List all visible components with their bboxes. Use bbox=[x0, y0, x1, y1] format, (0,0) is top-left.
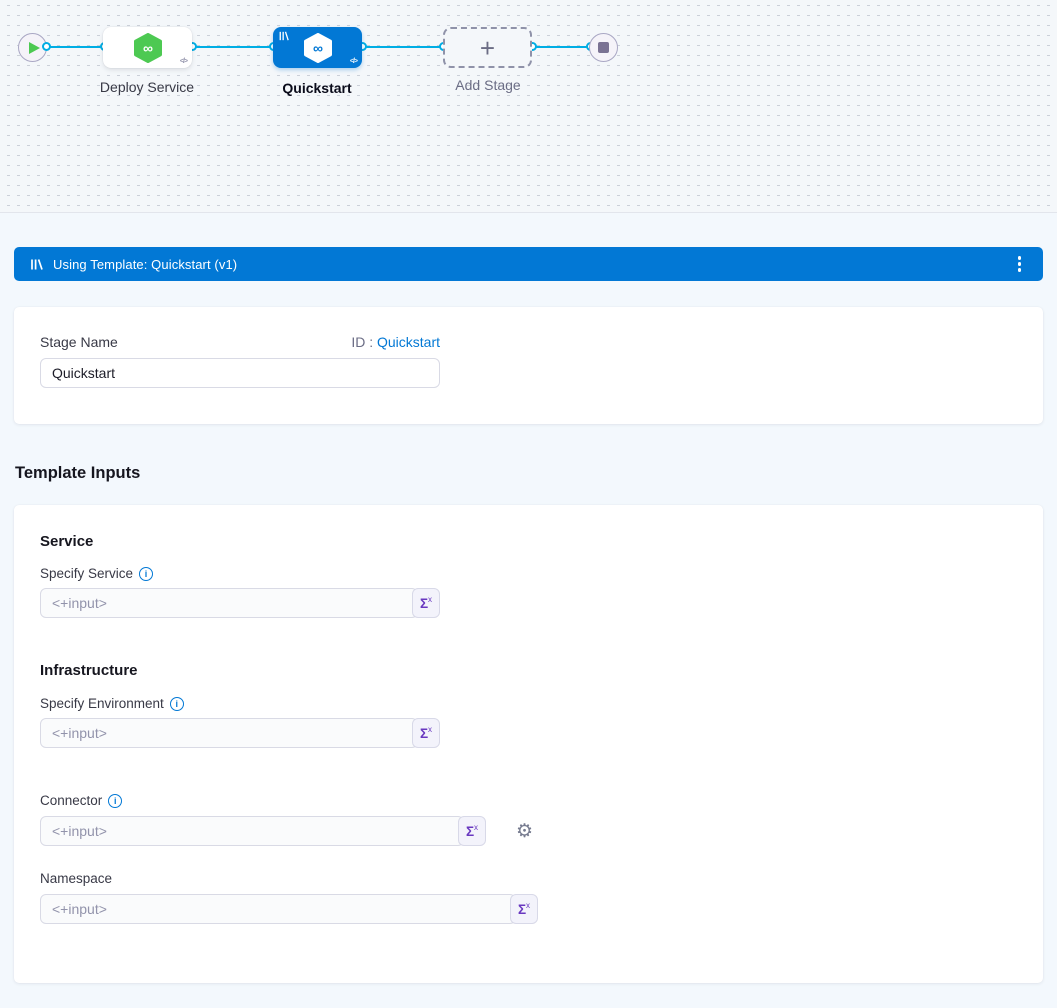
info-icon[interactable]: i bbox=[139, 567, 153, 581]
runtime-input-type-button[interactable]: Σx bbox=[412, 588, 440, 618]
banner-text: Using Template: Quickstart (v1) bbox=[53, 257, 237, 272]
using-template-banner: Using Template: Quickstart (v1) bbox=[14, 247, 1043, 281]
info-icon[interactable]: i bbox=[108, 794, 122, 808]
namespace-input[interactable] bbox=[40, 894, 516, 924]
infinity-icon: ∞ bbox=[143, 40, 153, 56]
stage-label-quickstart: Quickstart bbox=[282, 80, 351, 96]
infinity-icon: ∞ bbox=[313, 40, 323, 56]
info-icon[interactable]: i bbox=[170, 697, 184, 711]
namespace-label: Namespace bbox=[40, 871, 112, 886]
edge-connector bbox=[46, 46, 106, 48]
harness-cd-hexagon-icon: ∞ bbox=[134, 33, 162, 63]
plus-icon: + bbox=[480, 35, 495, 61]
stage-node-deploy-service[interactable]: ∞ </> bbox=[103, 27, 192, 68]
yaml-code-icon: </> bbox=[350, 58, 357, 65]
pipeline-canvas[interactable]: ∞ </> ∞ </> + Deploy Service Quickstart … bbox=[0, 0, 1057, 213]
pipeline-end-node[interactable] bbox=[589, 33, 618, 62]
edge-connector bbox=[360, 46, 445, 48]
specify-service-input[interactable] bbox=[40, 588, 418, 618]
sigma-icon: Σ bbox=[420, 726, 428, 741]
template-library-icon bbox=[30, 258, 43, 271]
stage-name-label: Stage Name bbox=[40, 334, 118, 350]
link-port[interactable] bbox=[42, 42, 51, 51]
connector-input[interactable] bbox=[40, 816, 464, 846]
section-title-infrastructure: Infrastructure bbox=[40, 662, 1017, 679]
sigma-icon: Σ bbox=[518, 902, 526, 917]
stage-name-card: Stage Name ID : Quickstart bbox=[14, 307, 1043, 424]
template-badge-icon bbox=[279, 31, 289, 41]
stage-id: ID : Quickstart bbox=[351, 334, 440, 350]
specify-environment-label: Specify Environment bbox=[40, 696, 164, 711]
harness-cd-hexagon-icon: ∞ bbox=[304, 33, 332, 63]
edge-connector bbox=[530, 46, 592, 48]
runtime-input-type-button[interactable]: Σx bbox=[458, 816, 486, 846]
gear-icon[interactable]: ⚙ bbox=[516, 822, 533, 841]
template-inputs-heading: Template Inputs bbox=[15, 464, 140, 483]
edge-connector bbox=[190, 46, 275, 48]
section-title-service: Service bbox=[40, 533, 1017, 550]
play-icon bbox=[29, 42, 40, 54]
stage-id-label: ID : bbox=[351, 334, 373, 350]
stage-name-input[interactable] bbox=[40, 358, 440, 388]
kebab-menu-icon[interactable] bbox=[1012, 252, 1028, 276]
sigma-icon: Σ bbox=[466, 824, 474, 839]
stop-icon bbox=[598, 42, 609, 53]
add-stage-button[interactable]: + bbox=[443, 27, 532, 68]
runtime-input-type-button[interactable]: Σx bbox=[412, 718, 440, 748]
stage-id-link[interactable]: Quickstart bbox=[377, 334, 440, 350]
stage-label-deploy-service: Deploy Service bbox=[100, 79, 194, 95]
connector-label: Connector bbox=[40, 793, 102, 808]
specify-environment-input[interactable] bbox=[40, 718, 418, 748]
stage-label-add-stage: Add Stage bbox=[455, 77, 520, 93]
specify-service-label: Specify Service bbox=[40, 566, 133, 581]
sigma-icon: Σ bbox=[420, 596, 428, 611]
stage-node-quickstart[interactable]: ∞ </> bbox=[273, 27, 362, 68]
runtime-input-type-button[interactable]: Σx bbox=[510, 894, 538, 924]
template-inputs-card: Service Specify Service i Σx Infrastruct… bbox=[14, 505, 1043, 983]
yaml-code-icon: </> bbox=[180, 58, 187, 65]
